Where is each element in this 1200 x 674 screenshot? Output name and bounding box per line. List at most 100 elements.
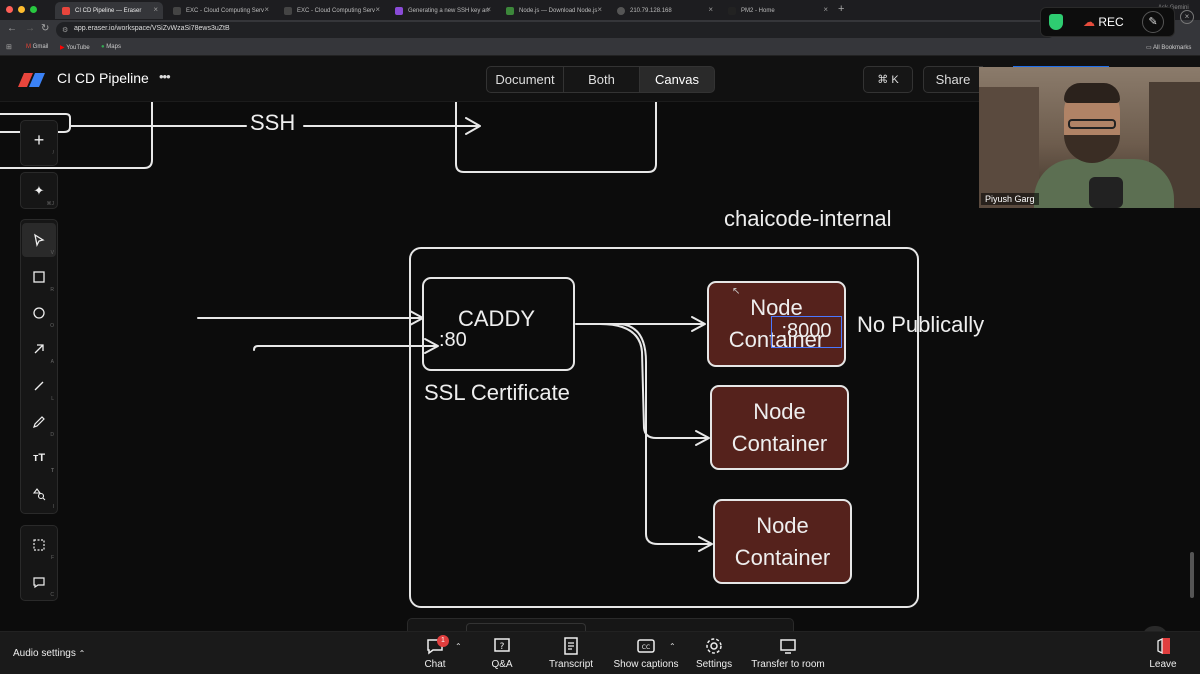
eraser-logo-icon[interactable] xyxy=(15,73,45,87)
node-container-3[interactable]: Node Container xyxy=(713,499,852,584)
select-pointer-icon[interactable]: V xyxy=(22,223,56,257)
server-box-right xyxy=(455,102,657,173)
rectangle-icon[interactable]: R xyxy=(22,260,56,294)
captions-options-chevron-icon[interactable]: ⌃ xyxy=(669,642,676,651)
extensions-close-icon[interactable]: × xyxy=(1180,10,1194,24)
exc-favicon-icon xyxy=(173,7,181,15)
chevron-up-icon: ⌃ xyxy=(78,649,86,658)
leave-door-icon xyxy=(1157,637,1170,655)
forward-icon[interactable]: → xyxy=(25,23,35,34)
port-8000-label[interactable]: :8000 xyxy=(771,316,842,348)
captions-icon: CC xyxy=(637,639,655,653)
close-tab-icon[interactable]: × xyxy=(486,5,491,14)
speaker-glasses xyxy=(1068,119,1116,129)
close-tab-icon[interactable]: × xyxy=(708,5,713,14)
browser-tab-ip[interactable]: 210.79.128.168 × xyxy=(610,2,718,19)
shapes-search-icon[interactable]: I xyxy=(22,477,56,511)
browser-tab-exc-2[interactable]: EXC - Cloud Computing Serv × xyxy=(277,2,385,19)
audio-settings-button[interactable]: Audio settings ⌃ xyxy=(13,648,85,659)
recording-toolbar: ☁ REC ✎ xyxy=(1040,7,1175,37)
document-title[interactable]: CI CD Pipeline xyxy=(57,70,149,86)
shield-icon[interactable] xyxy=(1049,14,1063,30)
ssl-certificate-label[interactable]: SSL Certificate xyxy=(424,380,570,406)
port-80-label[interactable]: :80 xyxy=(439,329,467,352)
line-icon[interactable]: L xyxy=(22,369,56,403)
exc-favicon-icon xyxy=(284,7,292,15)
ssh-label[interactable]: SSH xyxy=(250,110,295,136)
canvas-scrollbar[interactable] xyxy=(1190,552,1194,598)
close-tab-icon[interactable]: × xyxy=(264,5,269,14)
settings-button[interactable]: Settings xyxy=(696,636,732,670)
bottom-canvas-toolbar[interactable] xyxy=(407,618,794,632)
site-info-icon[interactable]: ⚙ xyxy=(62,26,68,34)
transfer-to-room-button[interactable]: Transfer to room xyxy=(750,636,826,670)
cloud-record-icon: ☁ xyxy=(1083,15,1095,29)
close-tab-icon[interactable]: × xyxy=(153,5,158,14)
share-button[interactable]: Share xyxy=(923,66,983,93)
apps-grid-icon[interactable]: ⊞ xyxy=(6,43,12,51)
speaker-video: Piyush Garg xyxy=(979,67,1200,208)
svg-text:?: ? xyxy=(500,642,505,652)
reload-icon[interactable]: ↻ xyxy=(41,23,49,34)
bookmark-youtube[interactable]: ▶ YouTube xyxy=(60,44,90,51)
caddy-label: CADDY xyxy=(458,306,536,331)
speaker-name: Piyush Garg xyxy=(981,193,1039,205)
url-text: app.eraser.io/workspace/VSiZvWzaSi78ews3… xyxy=(74,25,230,32)
close-tab-icon[interactable]: × xyxy=(375,5,380,14)
browser-tab-nodejs[interactable]: Node.js — Download Node.js × xyxy=(499,2,607,19)
pen-icon[interactable]: ✎ xyxy=(1142,11,1164,33)
comment-icon[interactable]: C xyxy=(22,565,56,599)
bookmark-maps[interactable]: ● Maps xyxy=(101,44,121,50)
tab-both[interactable]: Both xyxy=(563,66,640,93)
leave-button[interactable]: Leave xyxy=(1148,636,1178,670)
folder-icon: ▭ xyxy=(1146,45,1152,51)
qa-icon: ? xyxy=(494,638,510,652)
maximize-window-icon[interactable] xyxy=(30,6,37,13)
video-curtain xyxy=(979,87,1039,208)
transfer-icon xyxy=(780,639,796,654)
more-options-icon[interactable]: ••• xyxy=(159,69,171,84)
ai-sparkle-icon[interactable]: ✦ ⌘J xyxy=(22,174,56,208)
tab-canvas[interactable]: Canvas xyxy=(639,66,715,93)
browser-tab-pm2[interactable]: PM2 - Home × xyxy=(721,2,833,19)
close-window-icon[interactable] xyxy=(6,6,13,13)
arrow-icon[interactable]: A xyxy=(22,332,56,366)
pm2-favicon-icon xyxy=(728,7,736,15)
command-palette-button[interactable]: ⌘ K xyxy=(863,66,913,93)
meeting-controls-bar xyxy=(0,631,1200,674)
new-tab-icon[interactable]: + xyxy=(838,3,844,15)
eraser-favicon-icon xyxy=(62,7,70,15)
chat-button[interactable]: Chat 1 xyxy=(422,635,449,670)
back-icon[interactable]: ← xyxy=(7,23,17,34)
url-field[interactable]: ⚙ app.eraser.io/workspace/VSiZvWzaSi78ew… xyxy=(56,22,1056,38)
circle-icon[interactable]: O xyxy=(22,296,56,330)
frame-icon[interactable]: F xyxy=(22,528,56,562)
tab-document[interactable]: Document xyxy=(486,66,564,93)
maps-pin-icon: ● xyxy=(101,44,105,50)
chat-options-chevron-icon[interactable]: ⌃ xyxy=(455,642,462,651)
bookmark-gmail[interactable]: M Gmail xyxy=(26,44,48,50)
close-tab-icon[interactable]: × xyxy=(823,5,828,14)
address-bar-row: ← → ↻ ⚙ app.eraser.io/workspace/VSiZvWza… xyxy=(0,20,1200,40)
minimize-window-icon[interactable] xyxy=(18,6,25,13)
pencil-icon[interactable]: D xyxy=(22,405,56,439)
qa-button[interactable]: ? Q&A xyxy=(489,636,515,670)
microphone xyxy=(1089,177,1123,208)
nodejs-favicon-icon xyxy=(506,7,514,15)
text-tool-icon[interactable]: тT T xyxy=(22,441,56,475)
cursor-icon: ↖ xyxy=(732,286,741,297)
browser-tab-exc-1[interactable]: EXC - Cloud Computing Serv × xyxy=(166,2,274,19)
no-publically-label[interactable]: No Publically xyxy=(857,312,984,338)
node-label: Container xyxy=(734,544,831,570)
youtube-icon: ▶ xyxy=(60,45,65,51)
close-tab-icon[interactable]: × xyxy=(597,5,602,14)
browser-tab-eraser[interactable]: CI CD Pipeline — Eraser × xyxy=(55,2,163,19)
add-icon[interactable]: + / xyxy=(22,123,56,157)
browser-tab-ssh-key[interactable]: Generating a new SSH key an × xyxy=(388,2,496,19)
group-title[interactable]: chaicode-internal xyxy=(724,206,892,232)
node-container-2[interactable]: Node Container xyxy=(710,385,849,470)
rec-status[interactable]: ☁ REC xyxy=(1083,15,1124,29)
transcript-button[interactable]: Transcript xyxy=(546,636,596,670)
node-label: Node xyxy=(756,512,809,538)
all-bookmarks[interactable]: ▭ All Bookmarks xyxy=(1146,44,1191,51)
